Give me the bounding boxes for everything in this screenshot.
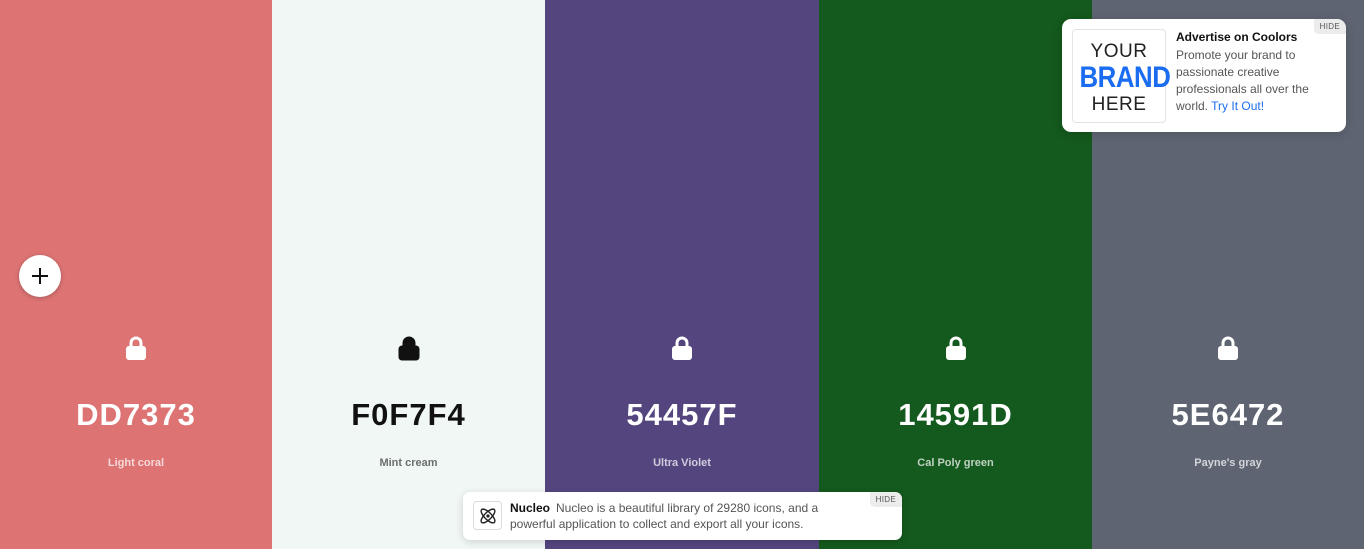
color-swatch[interactable]: F0F7F4 Mint cream (272, 0, 545, 549)
logo-line-1: YOUR (1090, 41, 1148, 62)
ad-body: Promote your brand to passionate creativ… (1176, 47, 1338, 115)
hex-code[interactable]: DD7373 (0, 397, 272, 433)
color-name: Mint cream (379, 457, 438, 469)
lock-icon[interactable] (398, 336, 420, 362)
lock-icon[interactable] (125, 336, 147, 362)
brand-logo[interactable]: YOUR BRAND HERE (1072, 29, 1171, 123)
color-name: Light coral (107, 457, 165, 469)
logo-line-2: BRAND (1079, 61, 1171, 94)
color-name: Payne's gray (1194, 457, 1262, 469)
nucleo-body: Nucleo is a beautiful library of 29280 i… (510, 501, 819, 531)
add-color-button[interactable] (19, 255, 61, 297)
hex-code[interactable]: 14591D (819, 397, 1092, 433)
hide-nucleo-button[interactable]: HIDE (869, 492, 902, 507)
color-swatch[interactable]: 54457F Ultra Violet (545, 0, 819, 549)
nucleo-title: Nucleo (510, 501, 551, 515)
logo-line-3: HERE (1091, 94, 1147, 115)
nucleo-promo-card[interactable]: Nucleo Nucleo is a beautiful library of 2… (463, 492, 902, 540)
lock-icon[interactable] (945, 336, 967, 362)
color-swatch[interactable]: 14591D Cal Poly green (819, 0, 1092, 549)
hex-code[interactable]: 5E6472 (1092, 397, 1364, 433)
atom-icon (473, 501, 502, 530)
advertisement-card: YOUR BRAND HERE Advertise on Coolors Pro… (1062, 19, 1346, 132)
hex-code[interactable]: 54457F (545, 397, 819, 433)
plus-icon (32, 268, 48, 284)
lock-icon[interactable] (671, 336, 693, 362)
ad-title: Advertise on Coolors (1176, 30, 1298, 44)
color-name: Ultra Violet (653, 457, 711, 469)
color-name: Cal Poly green (917, 457, 994, 469)
hide-ad-button[interactable]: HIDE (1313, 19, 1346, 34)
try-it-out-link[interactable]: Try It Out! (1211, 99, 1264, 113)
nucleo-text: Nucleo Nucleo is a beautiful library of 2… (510, 500, 860, 532)
hex-code[interactable]: F0F7F4 (272, 397, 545, 433)
lock-icon[interactable] (1217, 336, 1239, 362)
